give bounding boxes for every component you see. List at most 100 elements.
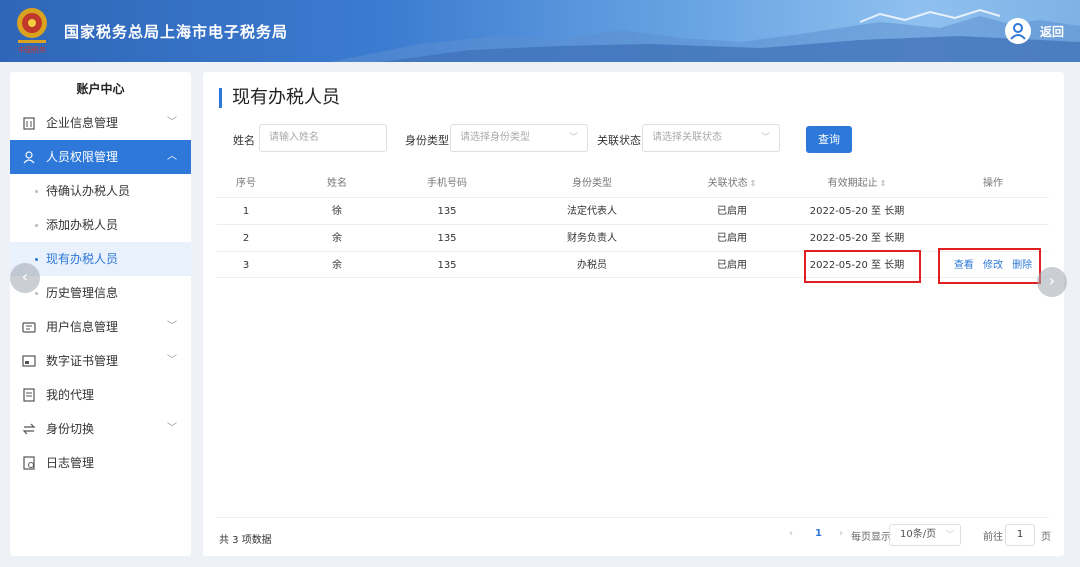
- row-validity: 2022-05-20 至 长期: [809, 233, 905, 244]
- svg-text:中国税务: 中国税务: [18, 45, 46, 54]
- user-avatar-icon[interactable]: [1005, 18, 1031, 44]
- sidebar-item-identity-switch[interactable]: 身份切换 ﹀: [10, 412, 191, 446]
- query-button[interactable]: 查询: [806, 126, 852, 153]
- sidebar-subitem-add[interactable]: 添加办税人员: [10, 208, 191, 242]
- table-row: 2 余 135 财务负责人 已启用 2022-05-20 至 长期: [217, 224, 1049, 251]
- sidebar-item-label: 身份切换: [46, 422, 95, 436]
- sort-icon[interactable]: ⇕: [750, 179, 757, 188]
- bullet-icon: [35, 292, 38, 295]
- divider: [217, 517, 1049, 518]
- chevron-down-icon: ﹀: [760, 133, 770, 143]
- column-header: 操作: [983, 178, 1003, 189]
- sidebar-item-personnel[interactable]: 人员权限管理 ︿: [10, 140, 191, 174]
- row-index: 2: [242, 233, 250, 244]
- sidebar-item-label: 企业信息管理: [46, 116, 119, 130]
- log-icon: [23, 456, 35, 470]
- row-phone: 135: [437, 206, 457, 217]
- page-size-select[interactable]: 10条/页 ﹀: [889, 524, 961, 546]
- select-placeholder: 请选择关联状态: [652, 132, 722, 143]
- id-type-filter-label: 身份类型: [405, 134, 449, 147]
- row-id-type: 财务负责人: [567, 233, 617, 244]
- chevron-up-icon: ︿: [167, 151, 177, 162]
- sidebar-item-label: 用户信息管理: [46, 320, 119, 334]
- table-row: 1 徐 135 法定代表人 已启用 2022-05-20 至 长期: [217, 197, 1049, 224]
- id-card-icon: [22, 322, 36, 333]
- sidebar-item-label: 日志管理: [46, 456, 95, 470]
- goto-suffix: 页: [1041, 532, 1051, 543]
- bullet-icon: [35, 224, 38, 227]
- sidebar-item-label: 我的代理: [46, 388, 95, 402]
- sidebar-subitem-pending[interactable]: 待确认办税人员: [10, 174, 191, 208]
- column-header: 身份类型: [572, 178, 612, 189]
- column-header: 手机号码: [427, 178, 467, 189]
- highlight-box-validity: [804, 250, 921, 283]
- personnel-table: 序号 姓名 手机号码 身份类型 关联状态 ⇕ 有效期起止 ⇕ 操作 1 徐 135 …: [217, 170, 1049, 278]
- row-name: 余: [332, 233, 342, 244]
- tax-emblem-icon: 中国税务: [17, 8, 47, 54]
- site-title: 国家税务总局上海市电子税务局: [64, 23, 289, 41]
- building-icon: [23, 117, 35, 130]
- select-placeholder: 请选择身份类型: [460, 132, 530, 143]
- carousel-prev-icon[interactable]: ‹: [10, 263, 40, 293]
- page-title: 现有办税人员: [219, 88, 340, 108]
- table-header: 序号 姓名 手机号码 身份类型 关联状态 ⇕ 有效期起止 ⇕ 操作: [217, 170, 1049, 197]
- sidebar-item-agency[interactable]: 我的代理: [10, 378, 191, 412]
- document-icon: [23, 388, 35, 402]
- row-index: 3: [242, 260, 250, 271]
- row-validity: 2022-05-20 至 长期: [809, 206, 905, 217]
- chevron-down-icon: ﹀: [167, 423, 177, 434]
- row-actions: [937, 198, 1049, 225]
- row-name: 徐: [332, 206, 342, 217]
- bullet-icon: [35, 190, 38, 193]
- sidebar: 账户中心 企业信息管理 ﹀ 人员权限管理 ︿ 待确认办税人员 添加办税人员 现有…: [10, 72, 191, 556]
- column-header-label: 有效期起止: [827, 178, 878, 189]
- sidebar-item-label: 人员权限管理: [46, 150, 119, 164]
- row-phone: 135: [437, 233, 457, 244]
- highlight-box-actions: [938, 248, 1041, 284]
- total-count: 共 3 项数据: [219, 535, 272, 546]
- id-type-select[interactable]: 请选择身份类型 ﹀: [450, 124, 588, 152]
- chevron-down-icon: ﹀: [946, 530, 954, 539]
- page-size-label: 每页显示: [851, 532, 891, 543]
- goto-page-input[interactable]: 1: [1005, 524, 1035, 546]
- sidebar-item-certificate[interactable]: 数字证书管理 ﹀: [10, 344, 191, 378]
- main-panel: 现有办税人员 姓名 请输入姓名 身份类型 请选择身份类型 ﹀ 关联状态 请选择关…: [203, 72, 1064, 556]
- page-number[interactable]: 1: [815, 528, 822, 539]
- sidebar-subitem-label: 现有办税人员: [46, 252, 119, 266]
- row-id-type: 办税员: [577, 260, 607, 271]
- sort-icon[interactable]: ⇕: [880, 179, 887, 188]
- sidebar-subitem-label: 待确认办税人员: [46, 184, 131, 198]
- row-name: 余: [332, 260, 342, 271]
- chevron-down-icon: ﹀: [568, 133, 578, 143]
- switch-icon: [22, 423, 36, 435]
- top-header: 中国税务 国家税务总局上海市电子税务局 返回: [0, 0, 1080, 62]
- row-status: 已启用: [717, 260, 747, 271]
- carousel-next-icon[interactable]: ›: [1037, 267, 1067, 297]
- sidebar-item-label: 数字证书管理: [46, 354, 119, 368]
- column-header: 姓名: [327, 178, 347, 189]
- table-row: 3 余 135 办税员 已启用 2022-05-20 至 长期 查看 修改 删除: [217, 251, 1049, 278]
- column-header-sortable[interactable]: 关联状态 ⇕: [677, 170, 787, 197]
- row-status: 已启用: [717, 233, 747, 244]
- name-search-input[interactable]: 请输入姓名: [259, 124, 387, 152]
- page-size-value: 10条/页: [900, 529, 937, 540]
- sidebar-subitem-label: 历史管理信息: [46, 286, 119, 300]
- sidebar-item-log[interactable]: 日志管理: [10, 446, 191, 480]
- prev-page-icon[interactable]: ‹: [789, 528, 793, 539]
- back-button[interactable]: 返回: [1040, 23, 1064, 40]
- status-filter-label: 关联状态: [597, 134, 641, 147]
- column-header-label: 关联状态: [707, 178, 748, 189]
- chevron-down-icon: ﹀: [167, 355, 177, 366]
- sidebar-item-enterprise[interactable]: 企业信息管理 ﹀: [10, 106, 191, 140]
- next-page-icon[interactable]: ›: [839, 528, 843, 539]
- row-status: 已启用: [717, 206, 747, 217]
- sidebar-item-user-info[interactable]: 用户信息管理 ﹀: [10, 310, 191, 344]
- chevron-down-icon: ﹀: [167, 117, 177, 128]
- column-header-sortable[interactable]: 有效期起止 ⇕: [792, 170, 922, 197]
- bullet-icon: [35, 258, 38, 261]
- goto-label: 前往: [983, 532, 1003, 543]
- certificate-icon: [22, 355, 36, 367]
- status-select[interactable]: 请选择关联状态 ﹀: [642, 124, 780, 152]
- sidebar-title: 账户中心: [76, 82, 125, 96]
- name-filter-label: 姓名: [233, 134, 255, 147]
